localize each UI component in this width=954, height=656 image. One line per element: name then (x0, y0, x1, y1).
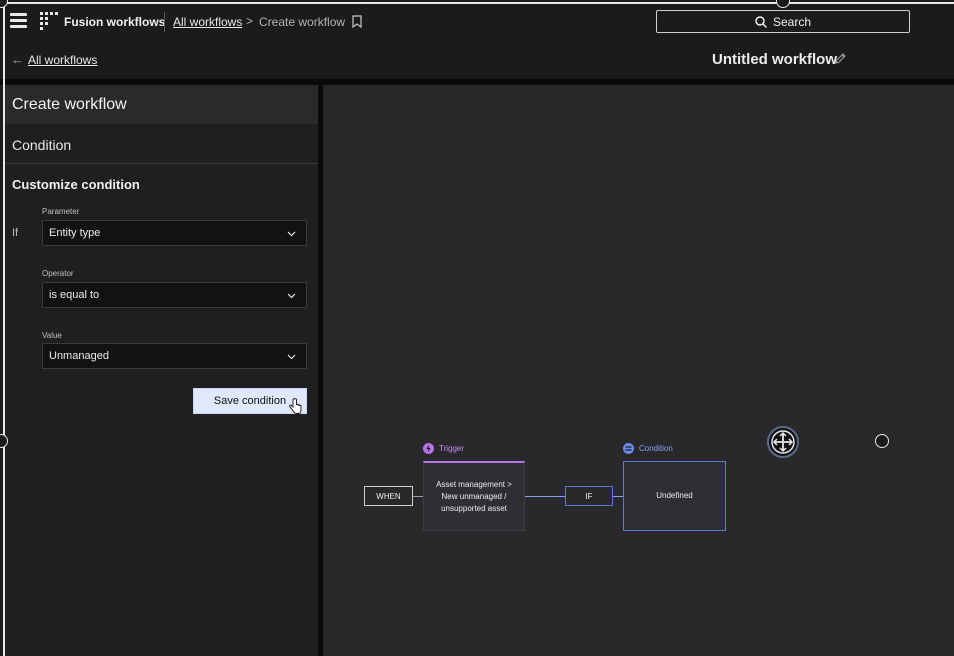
parameter-label: Parameter (42, 207, 80, 216)
trigger-title: Trigger (439, 444, 465, 453)
trigger-header: Trigger (423, 443, 464, 454)
section-title: Condition (12, 137, 72, 153)
operator-label: Operator (42, 269, 74, 278)
breadcrumb-current: Create workflow (259, 15, 346, 29)
condition-node[interactable]: Undefined (623, 461, 726, 531)
condition-title: Condition (639, 444, 673, 453)
condition-header: Condition (623, 443, 673, 454)
search-label: Search (772, 14, 812, 29)
trigger-line-3: unsupported asset (441, 503, 507, 513)
parameter-select[interactable]: Entity type (42, 220, 307, 246)
if-label: If (12, 227, 19, 239)
customize-condition-title: Customize condition (12, 177, 140, 192)
trigger-line-2: New unmanaged / (441, 491, 507, 501)
if-pill-label: IF (585, 491, 593, 501)
value-label: Value (42, 331, 62, 340)
back-link-all-workflows[interactable]: All workflows (28, 53, 97, 67)
parameter-value: Entity type (49, 227, 101, 239)
panel-title: Create workflow (12, 96, 127, 113)
pointer-hand-icon (289, 398, 302, 414)
app-title: Fusion workflows (64, 15, 166, 29)
header-divider (164, 12, 165, 32)
edit-pencil-icon[interactable] (834, 52, 847, 65)
value-value: Unmanaged (49, 350, 109, 362)
chevron-down-icon (287, 231, 296, 237)
move-arrows-icon (771, 430, 795, 454)
frame-left-edge (3, 0, 5, 656)
when-pill[interactable]: WHEN (364, 486, 413, 506)
if-pill[interactable]: IF (565, 486, 613, 506)
panel-divider (3, 163, 318, 164)
breadcrumb-all-workflows[interactable]: All workflows (173, 15, 242, 29)
top-bar: Fusion workflows All workflows > Create … (0, 0, 954, 43)
breadcrumb-separator: > (246, 14, 254, 28)
value-select[interactable]: Unmanaged (42, 343, 307, 369)
bookmark-icon[interactable] (352, 15, 362, 28)
menu-icon[interactable] (10, 13, 27, 29)
lightning-icon (423, 443, 434, 454)
connector-trigger-if (525, 496, 565, 497)
frame-top-edge (0, 2, 954, 4)
trigger-line-1: Asset management > (436, 479, 512, 489)
condition-icon (623, 443, 634, 454)
resize-handle-right[interactable] (875, 434, 889, 448)
condition-panel (3, 85, 318, 656)
search-icon (755, 15, 767, 28)
when-label: WHEN (376, 491, 401, 501)
workflow-canvas[interactable] (323, 85, 954, 656)
operator-select[interactable]: is equal to (42, 282, 307, 308)
condition-body: Undefined (656, 491, 693, 500)
workflow-title: Untitled workflow (712, 51, 837, 68)
operator-value: is equal to (49, 289, 100, 301)
search-button[interactable]: Search (656, 10, 910, 33)
connector-if-condition (613, 496, 623, 497)
fusion-logo-icon (40, 12, 58, 30)
move-handle[interactable] (767, 426, 799, 458)
back-arrow-icon[interactable]: ← (11, 52, 24, 67)
trigger-node[interactable]: Asset management > New unmanaged / unsup… (423, 461, 525, 531)
chevron-down-icon (287, 293, 296, 299)
connector-when-trigger (413, 496, 423, 497)
save-condition-label: Save condition (213, 395, 287, 407)
chevron-down-icon (287, 354, 296, 360)
